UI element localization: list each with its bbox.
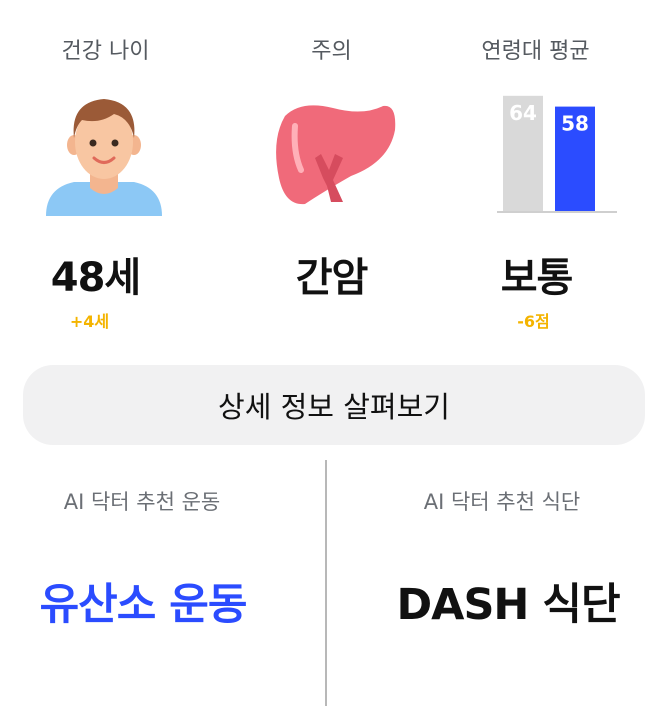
health-age-label: 건강 나이 (61, 39, 150, 64)
caution-value: 간암 (295, 255, 369, 301)
age-average-delta: -6점 (517, 312, 550, 331)
caution-label: 주의 (311, 39, 352, 64)
age-average-label: 연령대 평균 (481, 39, 590, 64)
score-bar-chart-icon: 64 58 (497, 95, 617, 213)
average-score-label: 64 (509, 101, 537, 125)
person-avatar-icon (46, 99, 162, 216)
diet-recommendation-label: AI 닥터 추천 식단 (423, 490, 581, 514)
my-score-label: 58 (561, 112, 589, 136)
exercise-recommendation-value: 유산소 운동 (39, 580, 248, 630)
health-age-delta: +4세 (69, 312, 110, 331)
view-details-button[interactable]: 상세 정보 살펴보기 (23, 365, 645, 445)
age-average-value: 보통 (500, 255, 574, 301)
liver-icon (276, 105, 396, 205)
diet-recommendation-value: DASH 식단 (396, 580, 620, 630)
health-age-value: 48세 (50, 255, 141, 301)
exercise-recommendation-label: AI 닥터 추천 운동 (63, 490, 221, 514)
section-divider (325, 460, 327, 706)
